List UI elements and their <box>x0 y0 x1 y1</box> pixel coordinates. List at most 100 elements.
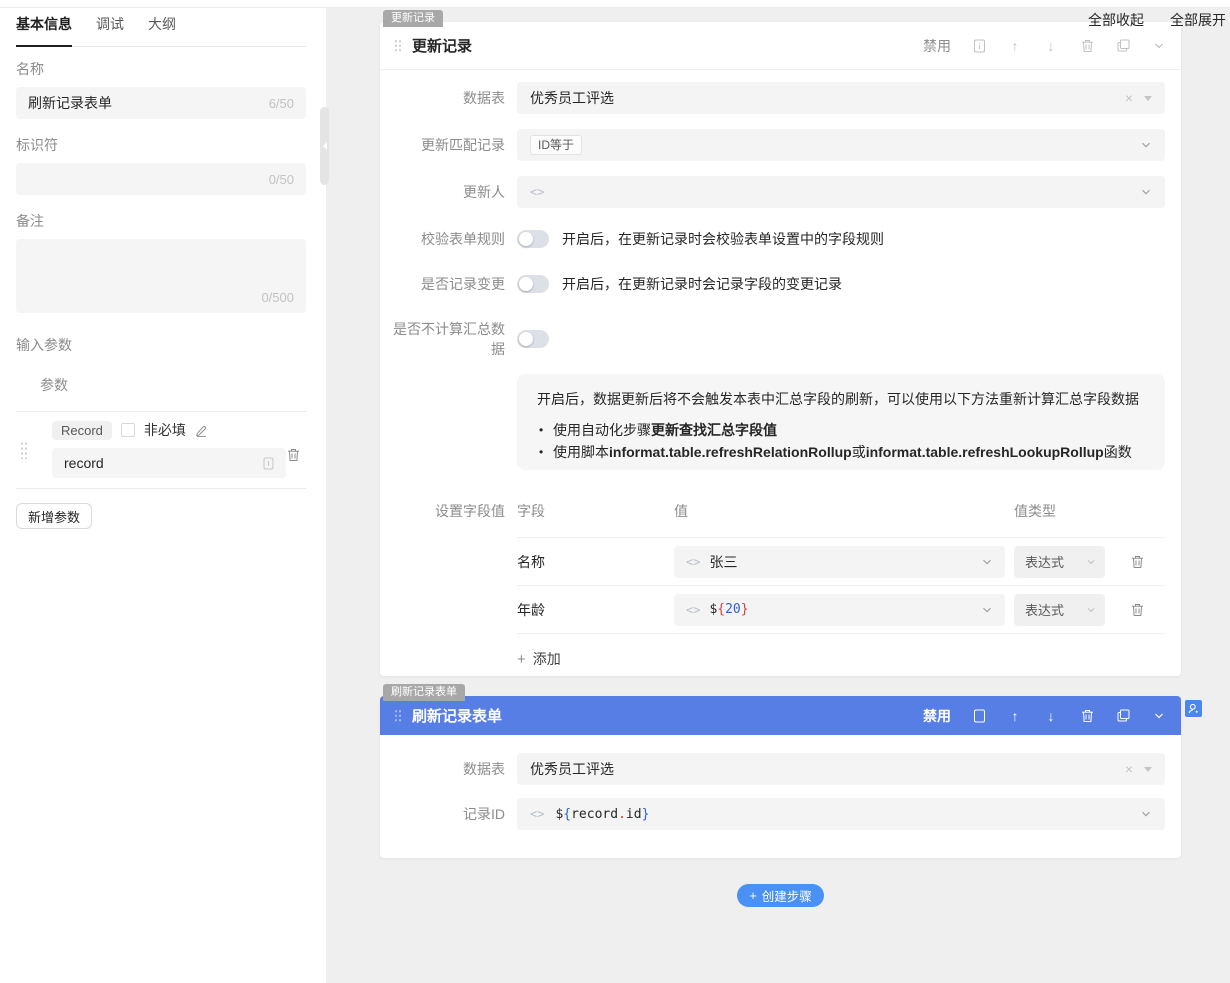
skip-rollup-toggle[interactable] <box>517 330 549 348</box>
match-record-label: 更新匹配记录 <box>380 135 505 155</box>
field-value-select[interactable]: <> ${20} <box>674 594 1005 626</box>
delete-step-icon[interactable] <box>1079 39 1095 53</box>
info-line: 开启后，数据更新后将不会触发本表中汇总字段的刷新，可以使用以下方法重新计算汇总字… <box>537 388 1145 411</box>
input-params-label: 输入参数 <box>16 335 306 355</box>
param-type-badge: Record <box>52 421 112 440</box>
fields-table-header: 字段 值 值类型 <box>517 498 1165 537</box>
collapse-step-icon[interactable] <box>1151 710 1167 722</box>
chevron-down-icon <box>1086 605 1096 615</box>
validate-rules-toggle[interactable] <box>517 230 549 248</box>
code-icon: <> <box>530 185 544 199</box>
code-icon: <> <box>530 807 544 821</box>
tab-basic-info[interactable]: 基本信息 <box>16 14 72 46</box>
param-row: Record 非必填 record <box>16 412 306 488</box>
copy-step-icon[interactable] <box>1115 709 1131 722</box>
datasheet-value: 优秀员工评选 <box>530 88 1114 108</box>
add-param-button[interactable]: 新增参数 <box>16 503 92 529</box>
params-group-label: 参数 <box>40 375 306 395</box>
move-down-icon[interactable]: ↓ <box>1043 39 1059 53</box>
name-input[interactable]: 刷新记录表单 6/50 <box>16 87 306 119</box>
datasheet-value: 优秀员工评选 <box>530 759 1114 779</box>
disable-button[interactable]: 禁用 <box>923 706 951 726</box>
field-value-expression: ${20} <box>709 602 972 617</box>
identifier-input[interactable]: 0/50 <box>16 163 306 195</box>
collapse-step-icon[interactable] <box>1151 40 1167 52</box>
note-doc-icon[interactable] <box>971 709 987 723</box>
param-name-input[interactable]: record <box>52 448 286 478</box>
record-changes-toggle[interactable] <box>517 275 549 293</box>
remark-label: 备注 <box>16 211 306 231</box>
datasheet-select[interactable]: 优秀员工评选 × <box>517 753 1165 785</box>
copy-step-icon[interactable] <box>1115 39 1131 52</box>
record-id-input[interactable]: <> ${record.id} <box>517 798 1165 830</box>
edit-pencil-icon[interactable] <box>195 424 208 437</box>
field-name: 年龄 <box>517 600 674 620</box>
info-bullet: 使用自动化步骤更新查找汇总字段值 <box>537 419 1145 441</box>
step-tag: 刷新记录表单 <box>383 684 465 701</box>
drag-handle-icon[interactable] <box>394 709 402 722</box>
note-doc-icon[interactable] <box>971 39 987 53</box>
tab-outline[interactable]: 大纲 <box>148 14 176 46</box>
field-name: 名称 <box>517 552 674 572</box>
text-field-icon <box>263 457 274 470</box>
step-card-refresh-record-form: 刷新记录表单 禁用 ↑ ↓ <box>380 696 1181 858</box>
drag-handle-icon[interactable] <box>394 39 402 52</box>
sidebar-tabs: 基本信息 调试 大纲 <box>16 14 306 47</box>
add-field-row-button[interactable]: + 添加 <box>517 633 1165 669</box>
plus-icon: + <box>749 888 757 903</box>
step-title: 更新记录 <box>412 35 923 56</box>
set-field-values-label: 设置字段值 <box>380 498 505 521</box>
clear-icon[interactable]: × <box>1125 761 1133 777</box>
step-card-update-record: 更新记录 禁用 ↑ ↓ <box>380 22 1181 676</box>
plus-icon: + <box>517 651 526 668</box>
optional-label: 非必填 <box>144 420 186 440</box>
field-row: 名称 <> 张三 <box>517 537 1165 585</box>
create-step-button[interactable]: + 创建步骤 <box>737 884 824 907</box>
datasheet-select[interactable]: 优秀员工评选 × <box>517 82 1165 114</box>
delete-row-icon[interactable] <box>1131 555 1144 569</box>
remark-counter: 0/500 <box>261 290 294 305</box>
drag-handle-icon[interactable] <box>20 441 28 459</box>
record-changes-hint: 开启后，在更新记录时会记录字段的变更记录 <box>562 274 842 294</box>
delete-step-icon[interactable] <box>1079 709 1095 723</box>
field-value-select[interactable]: <> 张三 <box>674 546 1005 578</box>
chevron-down-icon <box>1140 808 1152 820</box>
skip-rollup-label: 是否不计算汇总数据 <box>380 319 505 359</box>
workflow-canvas: 全部收起 全部展开 更新记录 更新记录 禁用 ↑ <box>327 8 1230 983</box>
match-condition-tag: ID等于 <box>530 135 582 155</box>
chevron-down-icon <box>1140 139 1152 151</box>
optional-checkbox[interactable] <box>121 423 135 437</box>
sidebar-collapse-handle[interactable] <box>320 107 329 185</box>
step-header[interactable]: 更新记录 禁用 ↑ ↓ <box>380 22 1181 70</box>
disable-button[interactable]: 禁用 <box>923 36 951 56</box>
name-label: 名称 <box>16 59 306 79</box>
field-value: 张三 <box>709 552 972 572</box>
identifier-counter: 0/50 <box>269 172 294 187</box>
top-divider <box>0 0 1230 8</box>
chevron-down-icon <box>981 604 993 616</box>
tab-debug[interactable]: 调试 <box>96 14 124 46</box>
chevron-down-icon <box>1086 557 1096 567</box>
record-changes-label: 是否记录变更 <box>380 274 505 294</box>
updater-select[interactable]: <> <box>517 176 1165 208</box>
collapse-arrow-icon <box>323 142 327 150</box>
divider <box>16 488 306 489</box>
locate-member-icon[interactable] <box>1185 700 1202 717</box>
datasheet-label: 数据表 <box>380 759 505 779</box>
record-id-expression: ${record.id} <box>555 807 649 822</box>
move-up-icon[interactable]: ↑ <box>1007 39 1023 53</box>
clear-icon[interactable]: × <box>1125 90 1133 106</box>
delete-param-icon[interactable] <box>287 448 300 462</box>
code-icon: <> <box>686 603 700 617</box>
value-type-select[interactable]: 表达式 <box>1014 546 1105 578</box>
move-down-icon[interactable]: ↓ <box>1043 709 1059 723</box>
code-icon: <> <box>686 555 700 569</box>
identifier-label: 标识符 <box>16 135 306 155</box>
remark-textarea[interactable]: 0/500 <box>16 239 306 313</box>
updater-label: 更新人 <box>380 182 505 202</box>
match-record-select[interactable]: ID等于 <box>517 129 1165 161</box>
value-type-select[interactable]: 表达式 <box>1014 594 1105 626</box>
step-header-selected[interactable]: 刷新记录表单 禁用 ↑ ↓ <box>380 696 1181 735</box>
delete-row-icon[interactable] <box>1131 603 1144 617</box>
move-up-icon[interactable]: ↑ <box>1007 709 1023 723</box>
